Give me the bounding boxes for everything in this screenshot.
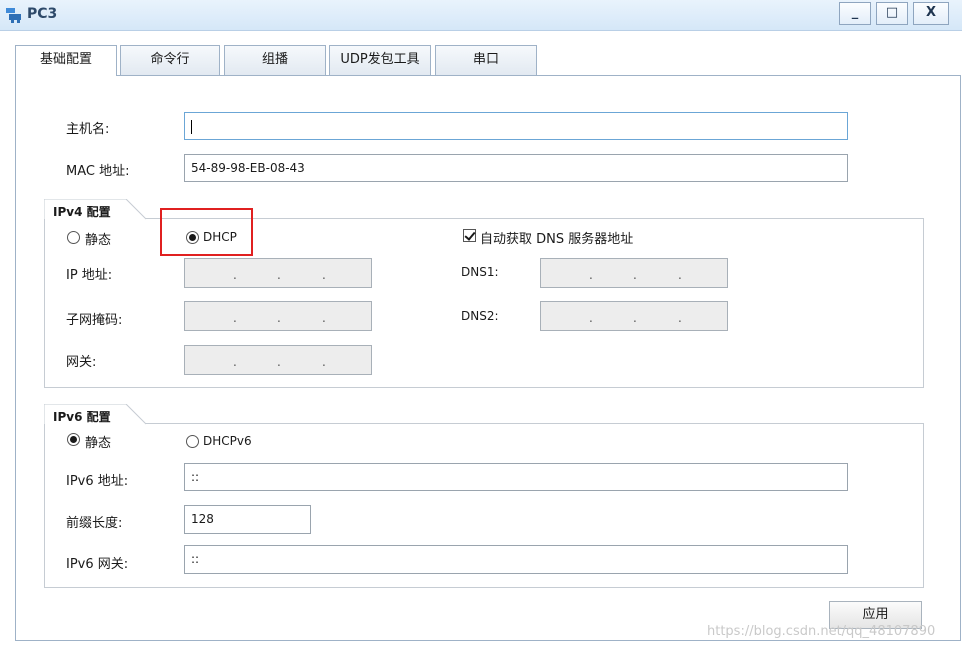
dhcp-highlight-box (160, 208, 253, 256)
ipv6-gateway-label: IPv6 网关: (66, 557, 129, 572)
maximize-button[interactable]: □ (876, 2, 908, 25)
prefix-length-value: 128 (191, 512, 214, 526)
auto-dns-checkbox[interactable] (463, 229, 476, 242)
ipv6-address-input[interactable]: :: (184, 463, 848, 491)
gateway-label: 网关: (66, 355, 97, 370)
dns1-input[interactable]: . . . (540, 258, 728, 288)
pc-app-icon (6, 8, 21, 23)
ip-octet-dot: . (233, 355, 237, 369)
hostname-input[interactable] (184, 112, 848, 140)
ipv6-gateway-value: :: (191, 552, 200, 566)
ipv6-gateway-input[interactable]: :: (184, 545, 848, 574)
radio-selected-dot (70, 436, 77, 443)
mac-label: MAC 地址: (66, 164, 130, 179)
ipv6-group-title: IPv6 配置 (53, 408, 111, 430)
text-caret (191, 119, 192, 134)
ip-address-input[interactable]: . . . (184, 258, 372, 288)
ip-octet-dot: . (277, 311, 281, 325)
ipv6-static-label: 静态 (85, 436, 112, 451)
subnet-mask-label: 子网掩码: (66, 313, 123, 328)
ip-address-label: IP 地址: (66, 268, 113, 283)
minimize-button[interactable]: _ (839, 2, 871, 25)
ipv4-static-radio[interactable] (67, 231, 80, 244)
tab-multicast[interactable]: 组播 (224, 45, 326, 75)
auto-dns-label: 自动获取 DNS 服务器地址 (480, 232, 634, 247)
gateway-input[interactable]: . . . (184, 345, 372, 375)
dns2-label: DNS2: (461, 309, 499, 323)
ipv6-dhcpv6-radio[interactable] (186, 435, 199, 448)
tab-command-line[interactable]: 命令行 (120, 45, 220, 75)
dns1-label: DNS1: (461, 265, 499, 279)
ip-octet-dot: . (277, 355, 281, 369)
ip-octet-dot: . (678, 311, 682, 325)
ipv6-address-label: IPv6 地址: (66, 474, 129, 489)
ip-octet-dot: . (233, 268, 237, 282)
ip-octet-dot: . (322, 355, 326, 369)
ip-octet-dot: . (633, 311, 637, 325)
ip-octet-dot: . (633, 268, 637, 282)
subnet-mask-input[interactable]: . . . (184, 301, 372, 331)
dns2-input[interactable]: . . . (540, 301, 728, 331)
ip-octet-dot: . (277, 268, 281, 282)
ip-octet-dot: . (233, 311, 237, 325)
title-bar: PC3 _ □ X (0, 0, 962, 31)
ip-octet-dot: . (322, 268, 326, 282)
ip-octet-dot: . (322, 311, 326, 325)
ipv4-group-title: IPv4 配置 (53, 203, 111, 225)
tab-serial[interactable]: 串口 (435, 45, 537, 75)
watermark-text: https://blog.csdn.net/qq_48107890 (707, 624, 936, 639)
ip-octet-dot: . (589, 268, 593, 282)
ip-octet-dot: . (678, 268, 682, 282)
close-icon: X (925, 5, 937, 20)
minimize-icon: _ (851, 5, 859, 20)
prefix-length-input[interactable]: 128 (184, 505, 311, 534)
ipv6-static-radio[interactable] (67, 433, 80, 446)
maximize-icon: □ (885, 5, 899, 20)
ip-octet-dot: . (589, 311, 593, 325)
tab-udp-tool[interactable]: UDP发包工具 (329, 45, 431, 75)
close-button[interactable]: X (913, 2, 949, 25)
hostname-label: 主机名: (66, 122, 110, 137)
ipv6-address-value: :: (191, 470, 200, 484)
ipv6-dhcpv6-label: DHCPv6 (203, 434, 252, 448)
prefix-length-label: 前缀长度: (66, 516, 123, 531)
mac-address-field[interactable]: 54-89-98-EB-08-43 (184, 154, 848, 182)
mac-value: 54-89-98-EB-08-43 (191, 161, 305, 175)
tab-basic-config[interactable]: 基础配置 (15, 45, 117, 76)
check-icon (464, 229, 476, 241)
window-title: PC3 (27, 6, 58, 22)
ipv4-static-label: 静态 (85, 233, 112, 248)
